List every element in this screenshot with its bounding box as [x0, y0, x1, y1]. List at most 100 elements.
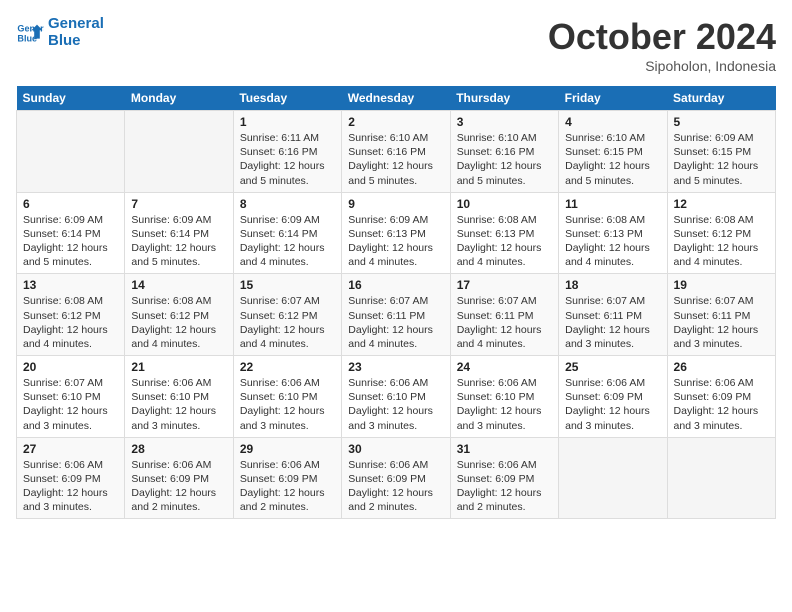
- header-monday: Monday: [125, 86, 233, 111]
- day-info: Sunrise: 6:06 AMSunset: 6:10 PMDaylight:…: [240, 376, 335, 433]
- day-info: Sunrise: 6:06 AMSunset: 6:09 PMDaylight:…: [674, 376, 769, 433]
- day-info: Sunrise: 6:07 AMSunset: 6:12 PMDaylight:…: [240, 294, 335, 351]
- calendar-week-3: 13 Sunrise: 6:08 AMSunset: 6:12 PMDayligh…: [17, 274, 776, 356]
- day-info: Sunrise: 6:08 AMSunset: 6:13 PMDaylight:…: [457, 213, 552, 270]
- location-subtitle: Sipoholon, Indonesia: [548, 58, 776, 74]
- calendar-cell: 23 Sunrise: 6:06 AMSunset: 6:10 PMDayligh…: [342, 356, 450, 438]
- calendar-cell: 12 Sunrise: 6:08 AMSunset: 6:12 PMDayligh…: [667, 192, 775, 274]
- calendar-cell: 30Sunrise: 6:06 AMSunset: 6:09 PMDayligh…: [342, 437, 450, 519]
- day-number: 12: [674, 197, 769, 211]
- day-number: 20: [23, 360, 118, 374]
- svg-text:Blue: Blue: [17, 33, 37, 43]
- day-number: 18: [565, 278, 660, 292]
- day-number: 22: [240, 360, 335, 374]
- day-info: Sunrise: 6:06 AMSunset: 6:10 PMDaylight:…: [348, 376, 443, 433]
- calendar-cell: 4 Sunrise: 6:10 AMSunset: 6:15 PMDaylight…: [559, 111, 667, 193]
- day-number: 25: [565, 360, 660, 374]
- calendar-cell: 10 Sunrise: 6:08 AMSunset: 6:13 PMDayligh…: [450, 192, 558, 274]
- calendar-cell: 15 Sunrise: 6:07 AMSunset: 6:12 PMDayligh…: [233, 274, 341, 356]
- day-number: 26: [674, 360, 769, 374]
- calendar-cell: 29 Sunrise: 6:06 AMSunset: 6:09 PMDayligh…: [233, 437, 341, 519]
- day-number: 10: [457, 197, 552, 211]
- calendar-week-5: 27 Sunrise: 6:06 AMSunset: 6:09 PMDayligh…: [17, 437, 776, 519]
- day-number: 14: [131, 278, 226, 292]
- calendar-cell: 7Sunrise: 6:09 AMSunset: 6:14 PMDaylight…: [125, 192, 233, 274]
- day-info: Sunrise: 6:06 AMSunset: 6:10 PMDaylight:…: [131, 376, 226, 433]
- day-number: 17: [457, 278, 552, 292]
- calendar-cell: 1 Sunrise: 6:11 AMSunset: 6:16 PMDaylight…: [233, 111, 341, 193]
- logo: General Blue GeneralBlue: [16, 16, 104, 49]
- header-tuesday: Tuesday: [233, 86, 341, 111]
- calendar-cell: 28 Sunrise: 6:06 AMSunset: 6:09 PMDayligh…: [125, 437, 233, 519]
- day-info: Sunrise: 6:10 AMSunset: 6:15 PMDaylight:…: [565, 131, 660, 188]
- calendar-cell: 24 Sunrise: 6:06 AMSunset: 6:10 PMDayligh…: [450, 356, 558, 438]
- calendar-week-4: 20Sunrise: 6:07 AMSunset: 6:10 PMDayligh…: [17, 356, 776, 438]
- day-info: Sunrise: 6:06 AMSunset: 6:09 PMDaylight:…: [131, 458, 226, 515]
- day-info: Sunrise: 6:06 AMSunset: 6:09 PMDaylight:…: [457, 458, 552, 515]
- day-number: 6: [23, 197, 118, 211]
- calendar-cell: 9Sunrise: 6:09 AMSunset: 6:13 PMDaylight…: [342, 192, 450, 274]
- day-number: 3: [457, 115, 552, 129]
- day-number: 28: [131, 442, 226, 456]
- day-number: 16: [348, 278, 443, 292]
- day-info: Sunrise: 6:09 AMSunset: 6:14 PMDaylight:…: [23, 213, 118, 270]
- day-info: Sunrise: 6:09 AMSunset: 6:13 PMDaylight:…: [348, 213, 443, 270]
- calendar-cell: 27 Sunrise: 6:06 AMSunset: 6:09 PMDayligh…: [17, 437, 125, 519]
- day-info: Sunrise: 6:07 AMSunset: 6:11 PMDaylight:…: [348, 294, 443, 351]
- day-info: Sunrise: 6:08 AMSunset: 6:12 PMDaylight:…: [23, 294, 118, 351]
- calendar-cell: 3 Sunrise: 6:10 AMSunset: 6:16 PMDaylight…: [450, 111, 558, 193]
- calendar-cell: 25 Sunrise: 6:06 AMSunset: 6:09 PMDayligh…: [559, 356, 667, 438]
- day-number: 24: [457, 360, 552, 374]
- day-number: 31: [457, 442, 552, 456]
- calendar-cell: [667, 437, 775, 519]
- header-wednesday: Wednesday: [342, 86, 450, 111]
- day-info: Sunrise: 6:06 AMSunset: 6:10 PMDaylight:…: [457, 376, 552, 433]
- day-info: Sunrise: 6:08 AMSunset: 6:12 PMDaylight:…: [674, 213, 769, 270]
- day-number: 21: [131, 360, 226, 374]
- day-info: Sunrise: 6:07 AMSunset: 6:11 PMDaylight:…: [674, 294, 769, 351]
- day-info: Sunrise: 6:08 AMSunset: 6:13 PMDaylight:…: [565, 213, 660, 270]
- day-info: Sunrise: 6:07 AMSunset: 6:11 PMDaylight:…: [457, 294, 552, 351]
- day-info: Sunrise: 6:10 AMSunset: 6:16 PMDaylight:…: [457, 131, 552, 188]
- calendar-cell: 16 Sunrise: 6:07 AMSunset: 6:11 PMDayligh…: [342, 274, 450, 356]
- day-number: 15: [240, 278, 335, 292]
- calendar-cell: 14 Sunrise: 6:08 AMSunset: 6:12 PMDayligh…: [125, 274, 233, 356]
- day-number: 2: [348, 115, 443, 129]
- day-number: 1: [240, 115, 335, 129]
- calendar-week-1: 1 Sunrise: 6:11 AMSunset: 6:16 PMDaylight…: [17, 111, 776, 193]
- logo-text: GeneralBlue: [48, 16, 104, 49]
- day-info: Sunrise: 6:11 AMSunset: 6:16 PMDaylight:…: [240, 131, 335, 188]
- day-info: Sunrise: 6:06 AMSunset: 6:09 PMDaylight:…: [348, 458, 443, 515]
- day-number: 27: [23, 442, 118, 456]
- day-number: 29: [240, 442, 335, 456]
- day-info: Sunrise: 6:06 AMSunset: 6:09 PMDaylight:…: [240, 458, 335, 515]
- calendar-cell: 13 Sunrise: 6:08 AMSunset: 6:12 PMDayligh…: [17, 274, 125, 356]
- calendar-cell: 8Sunrise: 6:09 AMSunset: 6:14 PMDaylight…: [233, 192, 341, 274]
- day-info: Sunrise: 6:07 AMSunset: 6:11 PMDaylight:…: [565, 294, 660, 351]
- day-info: Sunrise: 6:06 AMSunset: 6:09 PMDaylight:…: [23, 458, 118, 515]
- day-info: Sunrise: 6:09 AMSunset: 6:14 PMDaylight:…: [240, 213, 335, 270]
- calendar-cell: 20Sunrise: 6:07 AMSunset: 6:10 PMDayligh…: [17, 356, 125, 438]
- calendar-cell: [17, 111, 125, 193]
- header-sunday: Sunday: [17, 86, 125, 111]
- calendar-cell: 22 Sunrise: 6:06 AMSunset: 6:10 PMDayligh…: [233, 356, 341, 438]
- day-number: 5: [674, 115, 769, 129]
- calendar-cell: [125, 111, 233, 193]
- calendar-cell: 21 Sunrise: 6:06 AMSunset: 6:10 PMDayligh…: [125, 356, 233, 438]
- day-info: Sunrise: 6:08 AMSunset: 6:12 PMDaylight:…: [131, 294, 226, 351]
- day-number: 13: [23, 278, 118, 292]
- calendar-week-2: 6 Sunrise: 6:09 AMSunset: 6:14 PMDaylight…: [17, 192, 776, 274]
- calendar-table: Sunday Monday Tuesday Wednesday Thursday…: [16, 86, 776, 519]
- day-info: Sunrise: 6:06 AMSunset: 6:09 PMDaylight:…: [565, 376, 660, 433]
- day-info: Sunrise: 6:09 AMSunset: 6:15 PMDaylight:…: [674, 131, 769, 188]
- day-info: Sunrise: 6:09 AMSunset: 6:14 PMDaylight:…: [131, 213, 226, 270]
- day-number: 11: [565, 197, 660, 211]
- calendar-cell: 31 Sunrise: 6:06 AMSunset: 6:09 PMDayligh…: [450, 437, 558, 519]
- day-info: Sunrise: 6:10 AMSunset: 6:16 PMDaylight:…: [348, 131, 443, 188]
- calendar-cell: 2 Sunrise: 6:10 AMSunset: 6:16 PMDaylight…: [342, 111, 450, 193]
- day-number: 23: [348, 360, 443, 374]
- calendar-cell: [559, 437, 667, 519]
- day-number: 4: [565, 115, 660, 129]
- calendar-cell: 18 Sunrise: 6:07 AMSunset: 6:11 PMDayligh…: [559, 274, 667, 356]
- calendar-cell: 19Sunrise: 6:07 AMSunset: 6:11 PMDayligh…: [667, 274, 775, 356]
